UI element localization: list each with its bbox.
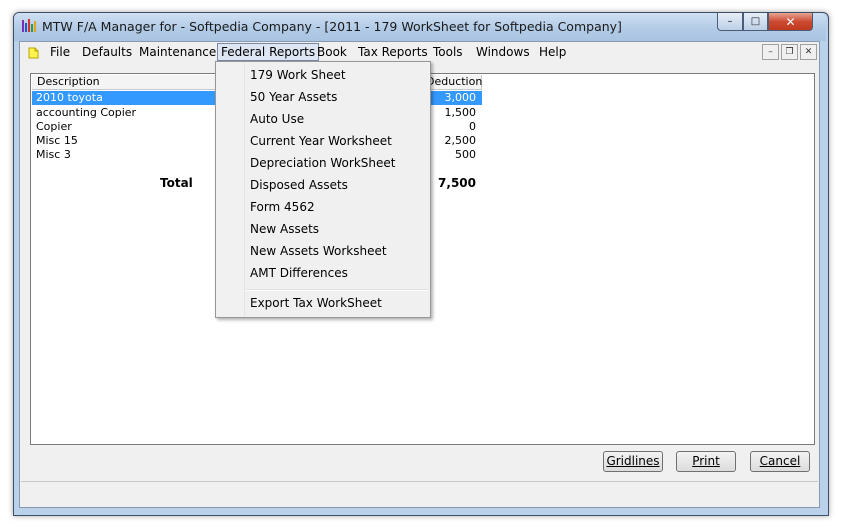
menu-item-disposed-assets[interactable]: Disposed Assets: [250, 178, 348, 192]
menu-federal-reports[interactable]: Federal Reports: [217, 43, 320, 61]
row-description[interactable]: accounting Copier: [36, 106, 136, 120]
gridlines-button[interactable]: Gridlines: [603, 451, 663, 472]
maximize-button[interactable]: □: [743, 13, 768, 31]
menu-item-depreciation-worksheet[interactable]: Depreciation WorkSheet: [250, 156, 395, 170]
menu-icon-gutter: [216, 62, 245, 316]
menu-help[interactable]: Help: [539, 45, 566, 61]
app-icon: [22, 19, 36, 32]
menu-book[interactable]: Book: [317, 45, 347, 61]
menu-item-new-assets[interactable]: New Assets: [250, 222, 319, 236]
menu-maintenance[interactable]: Maintenance: [139, 45, 216, 61]
menu-tools[interactable]: Tools: [433, 45, 463, 61]
status-bar: [21, 481, 818, 506]
cancel-button[interactable]: Cancel: [750, 451, 810, 472]
menu-item-50-year-assets[interactable]: 50 Year Assets: [250, 90, 337, 104]
close-button[interactable]: ✕: [768, 13, 813, 31]
menu-item-export-tax-worksheet[interactable]: Export Tax WorkSheet: [250, 296, 382, 310]
document-icon[interactable]: [27, 45, 41, 59]
minimize-button[interactable]: –: [717, 13, 743, 31]
menu-windows[interactable]: Windows: [476, 45, 530, 61]
mdi-restore-button[interactable]: ❐: [781, 44, 798, 60]
menu-item-179-work-sheet[interactable]: 179 Work Sheet: [250, 68, 346, 82]
print-button[interactable]: Print: [676, 451, 736, 472]
total-label: Total: [160, 176, 193, 190]
menu-item-amt-differences[interactable]: AMT Differences: [250, 266, 348, 280]
column-header-deduction[interactable]: Deduction: [426, 75, 482, 90]
menu-item-form-4562[interactable]: Form 4562: [250, 200, 315, 214]
window-title: MTW F/A Manager for - Softpedia Company …: [42, 19, 622, 34]
row-description[interactable]: Misc 3: [36, 148, 71, 162]
menu-tax-reports[interactable]: Tax Reports: [358, 45, 428, 61]
menu-defaults[interactable]: Defaults: [82, 45, 132, 61]
menu-file[interactable]: File: [50, 45, 70, 61]
column-header-description[interactable]: Description: [32, 75, 222, 90]
mdi-minimize-button[interactable]: –: [762, 44, 779, 60]
row-description[interactable]: Misc 15: [36, 134, 78, 148]
mdi-close-button[interactable]: ✕: [800, 44, 817, 60]
row-description[interactable]: Copier: [36, 120, 72, 134]
row-description[interactable]: 2010 toyota: [36, 91, 103, 105]
menu-item-new-assets-worksheet[interactable]: New Assets Worksheet: [250, 244, 387, 258]
menu-item-current-year-worksheet[interactable]: Current Year Worksheet: [250, 134, 392, 148]
menu-separator: [246, 289, 428, 291]
menu-item-auto-use[interactable]: Auto Use: [250, 112, 304, 126]
